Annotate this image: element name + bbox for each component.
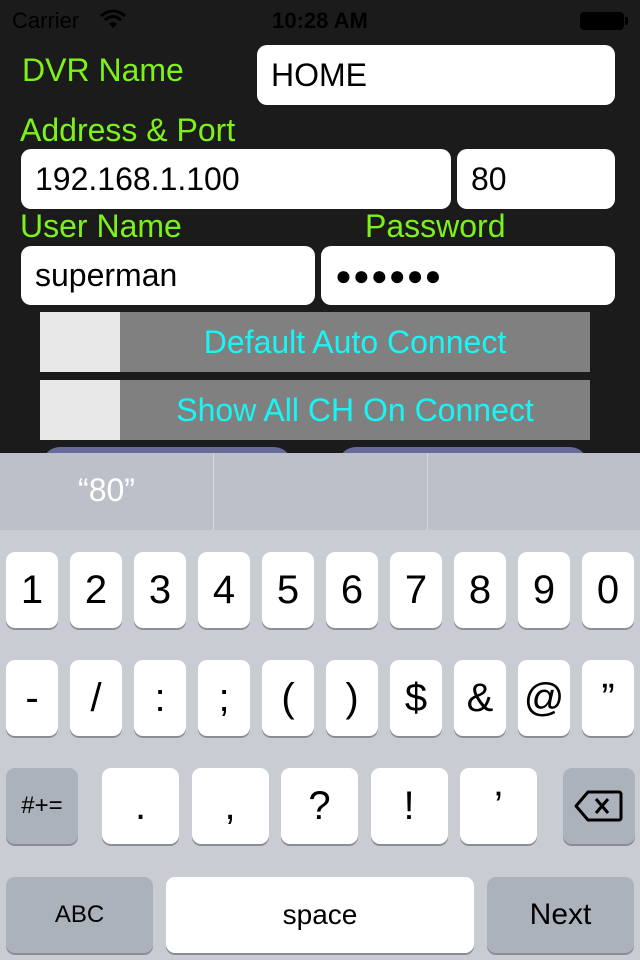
key-row2-7[interactable]: & [454, 660, 506, 736]
backspace-icon [574, 790, 623, 822]
dvr-name-input[interactable]: HOME [257, 45, 615, 105]
key-row3-0[interactable]: . [102, 768, 179, 844]
key-row2-4[interactable]: ( [262, 660, 314, 736]
key-row3-3[interactable]: ! [370, 768, 448, 844]
show-all-ch-checkbox[interactable] [40, 380, 120, 440]
battery-icon [580, 12, 624, 30]
abc-key[interactable]: ABC [6, 877, 153, 953]
key-row1-1[interactable]: 2 [70, 552, 122, 628]
key-row2-2[interactable]: : [134, 660, 186, 736]
key-row2-8[interactable]: @ [518, 660, 570, 736]
address-input[interactable]: 192.168.1.100 [21, 149, 451, 209]
space-key[interactable]: space [166, 877, 474, 953]
key-row1-4[interactable]: 5 [262, 552, 314, 628]
key-row2-9[interactable]: ” [582, 660, 634, 736]
key-row1-6[interactable]: 7 [390, 552, 442, 628]
clock: 10:28 AM [272, 8, 368, 33]
key-row1-0[interactable]: 1 [6, 552, 58, 628]
password-label: Password [365, 208, 506, 244]
key-row3-2[interactable]: ? [281, 768, 358, 844]
key-row1-5[interactable]: 6 [326, 552, 378, 628]
symbols-key[interactable]: #+= [6, 768, 78, 844]
status-bar: Carrier 10:28 AM [0, 0, 640, 40]
show-all-ch-toggle[interactable]: Show All CH On Connect [40, 380, 590, 440]
next-key[interactable]: Next [487, 877, 634, 953]
key-row1-7[interactable]: 8 [454, 552, 506, 628]
auto-connect-checkbox[interactable] [40, 312, 120, 372]
key-row1-8[interactable]: 9 [518, 552, 570, 628]
key-row2-0[interactable]: - [6, 660, 58, 736]
key-row2-3[interactable]: ; [198, 660, 250, 736]
port-input[interactable]: 80 [457, 149, 615, 209]
username-label: User Name [20, 208, 182, 244]
auto-connect-label: Default Auto Connect [203, 324, 507, 360]
key-row2-6[interactable]: $ [390, 660, 442, 736]
show-all-ch-label: Show All CH On Connect [176, 392, 534, 428]
key-row1-3[interactable]: 4 [198, 552, 250, 628]
password-input[interactable]: ●●●●●● [321, 246, 615, 305]
battery-tip [625, 17, 628, 25]
address-port-label: Address & Port [20, 112, 236, 148]
suggestion-item[interactable]: “80” [0, 453, 213, 530]
key-row2-1[interactable]: / [70, 660, 122, 736]
username-input[interactable]: superman [21, 246, 315, 305]
suggestion-item-empty[interactable] [428, 453, 640, 530]
key-row1-9[interactable]: 0 [582, 552, 634, 628]
suggestion-bar: “80” [0, 453, 640, 530]
key-row3-4[interactable]: ’ [460, 768, 537, 844]
key-row2-5[interactable]: ) [326, 660, 378, 736]
key-row1-2[interactable]: 3 [134, 552, 186, 628]
delete-key[interactable] [563, 768, 635, 844]
auto-connect-toggle[interactable]: Default Auto Connect [40, 312, 590, 372]
key-row3-1[interactable]: , [191, 768, 269, 844]
suggestion-item-empty[interactable] [214, 453, 427, 530]
dvr-name-label: DVR Name [22, 52, 184, 88]
